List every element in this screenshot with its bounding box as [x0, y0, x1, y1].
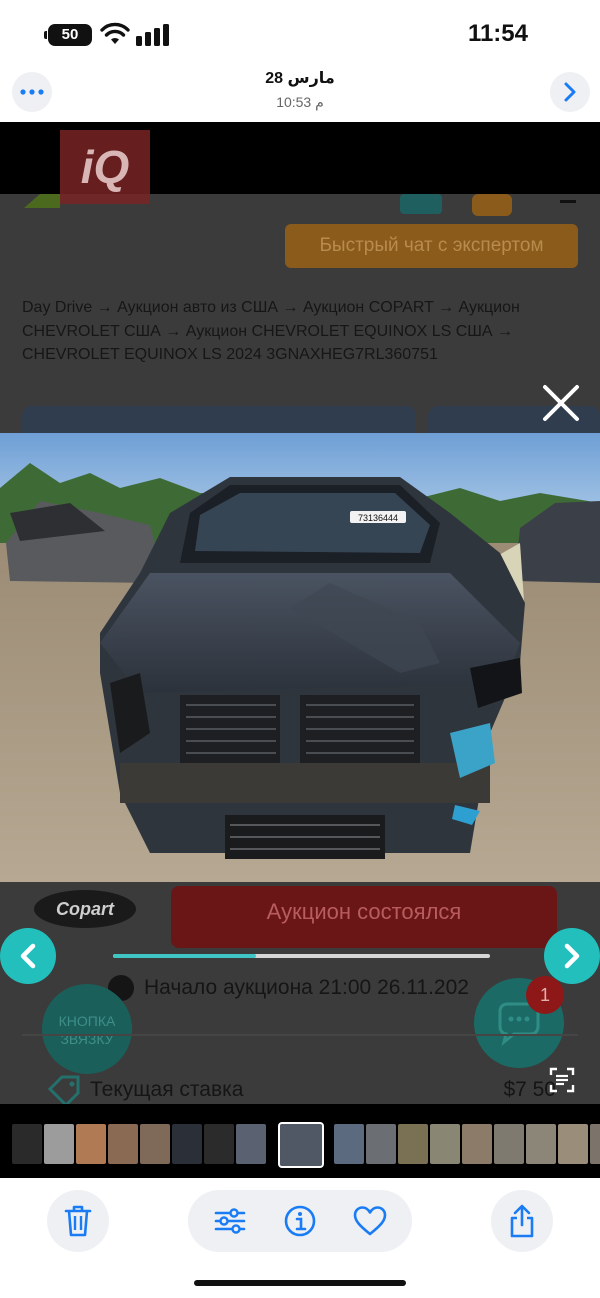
info-icon[interactable]: [282, 1203, 318, 1239]
plate-label: 73136444: [358, 513, 398, 523]
share-button[interactable]: [491, 1190, 553, 1252]
chevron-right-icon: [564, 82, 576, 102]
cellular-signal-icon: [136, 24, 169, 46]
heart-icon[interactable]: [352, 1203, 388, 1239]
thumbnail[interactable]: [334, 1124, 364, 1164]
auction-start-text: Начало аукциона 21:00 26.11.202: [144, 976, 469, 999]
next-slide-button[interactable]: [544, 928, 600, 984]
thumbnail[interactable]: [140, 1124, 170, 1164]
thumbnail[interactable]: [12, 1124, 42, 1164]
thumbnail[interactable]: [590, 1124, 600, 1164]
price-tag-icon: [47, 1075, 80, 1104]
arrow-left-icon: [20, 943, 36, 969]
thumbnail[interactable]: [236, 1124, 266, 1164]
thumbnail[interactable]: [44, 1124, 74, 1164]
auction-start-row: Начало аукциона 21:00 26.11.202: [108, 968, 508, 1008]
share-icon: [510, 1204, 534, 1238]
bottom-toolbar: [0, 1178, 600, 1298]
copart-logo: Copart: [34, 890, 136, 928]
photo-progress-fill: [113, 954, 257, 958]
photo-date: 28 مارس: [265, 70, 335, 87]
thumbnail[interactable]: [398, 1124, 428, 1164]
divider: [22, 1034, 578, 1036]
thumbnail[interactable]: [204, 1124, 234, 1164]
thumbnail[interactable]: [558, 1124, 588, 1164]
thumbnail[interactable]: [494, 1124, 524, 1164]
status-bar: 50 11:54: [0, 0, 600, 66]
thumbnail[interactable]: [108, 1124, 138, 1164]
thumbnail[interactable]: [76, 1124, 106, 1164]
quick-chat-button[interactable]: Быстрый чат с экспертом: [285, 224, 578, 268]
thumbnail[interactable]: [172, 1124, 202, 1164]
photo-header: 28 مارس 10:53 م: [0, 66, 600, 122]
thumbnail[interactable]: [366, 1124, 396, 1164]
photo-time: 10:53 م: [276, 94, 324, 110]
car-photo: 73136444: [0, 433, 600, 882]
thumbnail-active[interactable]: [278, 1122, 324, 1168]
status-time: 11:54: [467, 20, 528, 47]
battery-indicator: 50: [44, 24, 92, 46]
chat-notification-badge: 1: [526, 976, 564, 1014]
wifi-icon: [100, 22, 130, 44]
thumbnail[interactable]: [430, 1124, 460, 1164]
thumbnail[interactable]: [462, 1124, 492, 1164]
thumbnail[interactable]: [526, 1124, 556, 1164]
screenshot-content: iQ Быстрый чат с экспертом Day Drive → А…: [0, 122, 600, 1104]
next-photo-button[interactable]: [550, 72, 590, 112]
auction-status-banner: Аукцион состоялся: [171, 886, 557, 948]
current-bid-label: Текущая ставка: [90, 1078, 244, 1101]
call-button[interactable]: КНОПКА ЗВЯЗКУ: [42, 984, 132, 1074]
photo-actions-group: [188, 1190, 412, 1252]
live-text-icon[interactable]: [548, 1066, 576, 1094]
photo-viewer-screen: 50 11:54 28 مارس 10:53 م iQ Быстрый чат …: [0, 0, 600, 1298]
sliders-icon[interactable]: [212, 1203, 248, 1239]
breadcrumb: Day Drive → Аукцион авто из США → Аукцио…: [22, 299, 520, 363]
home-indicator: [194, 1280, 406, 1286]
site-menu-icon: [24, 194, 576, 216]
previous-photo-button[interactable]: [0, 928, 56, 984]
trash-icon: [64, 1205, 92, 1237]
current-bid-row: Текущая ставка $7 50: [46, 1072, 566, 1104]
arrow-right-icon: [564, 943, 580, 969]
photo-progress-bar: [113, 954, 490, 958]
close-icon[interactable]: [540, 382, 582, 424]
delete-button[interactable]: [47, 1190, 109, 1252]
thumbnail-strip[interactable]: [0, 1104, 600, 1178]
